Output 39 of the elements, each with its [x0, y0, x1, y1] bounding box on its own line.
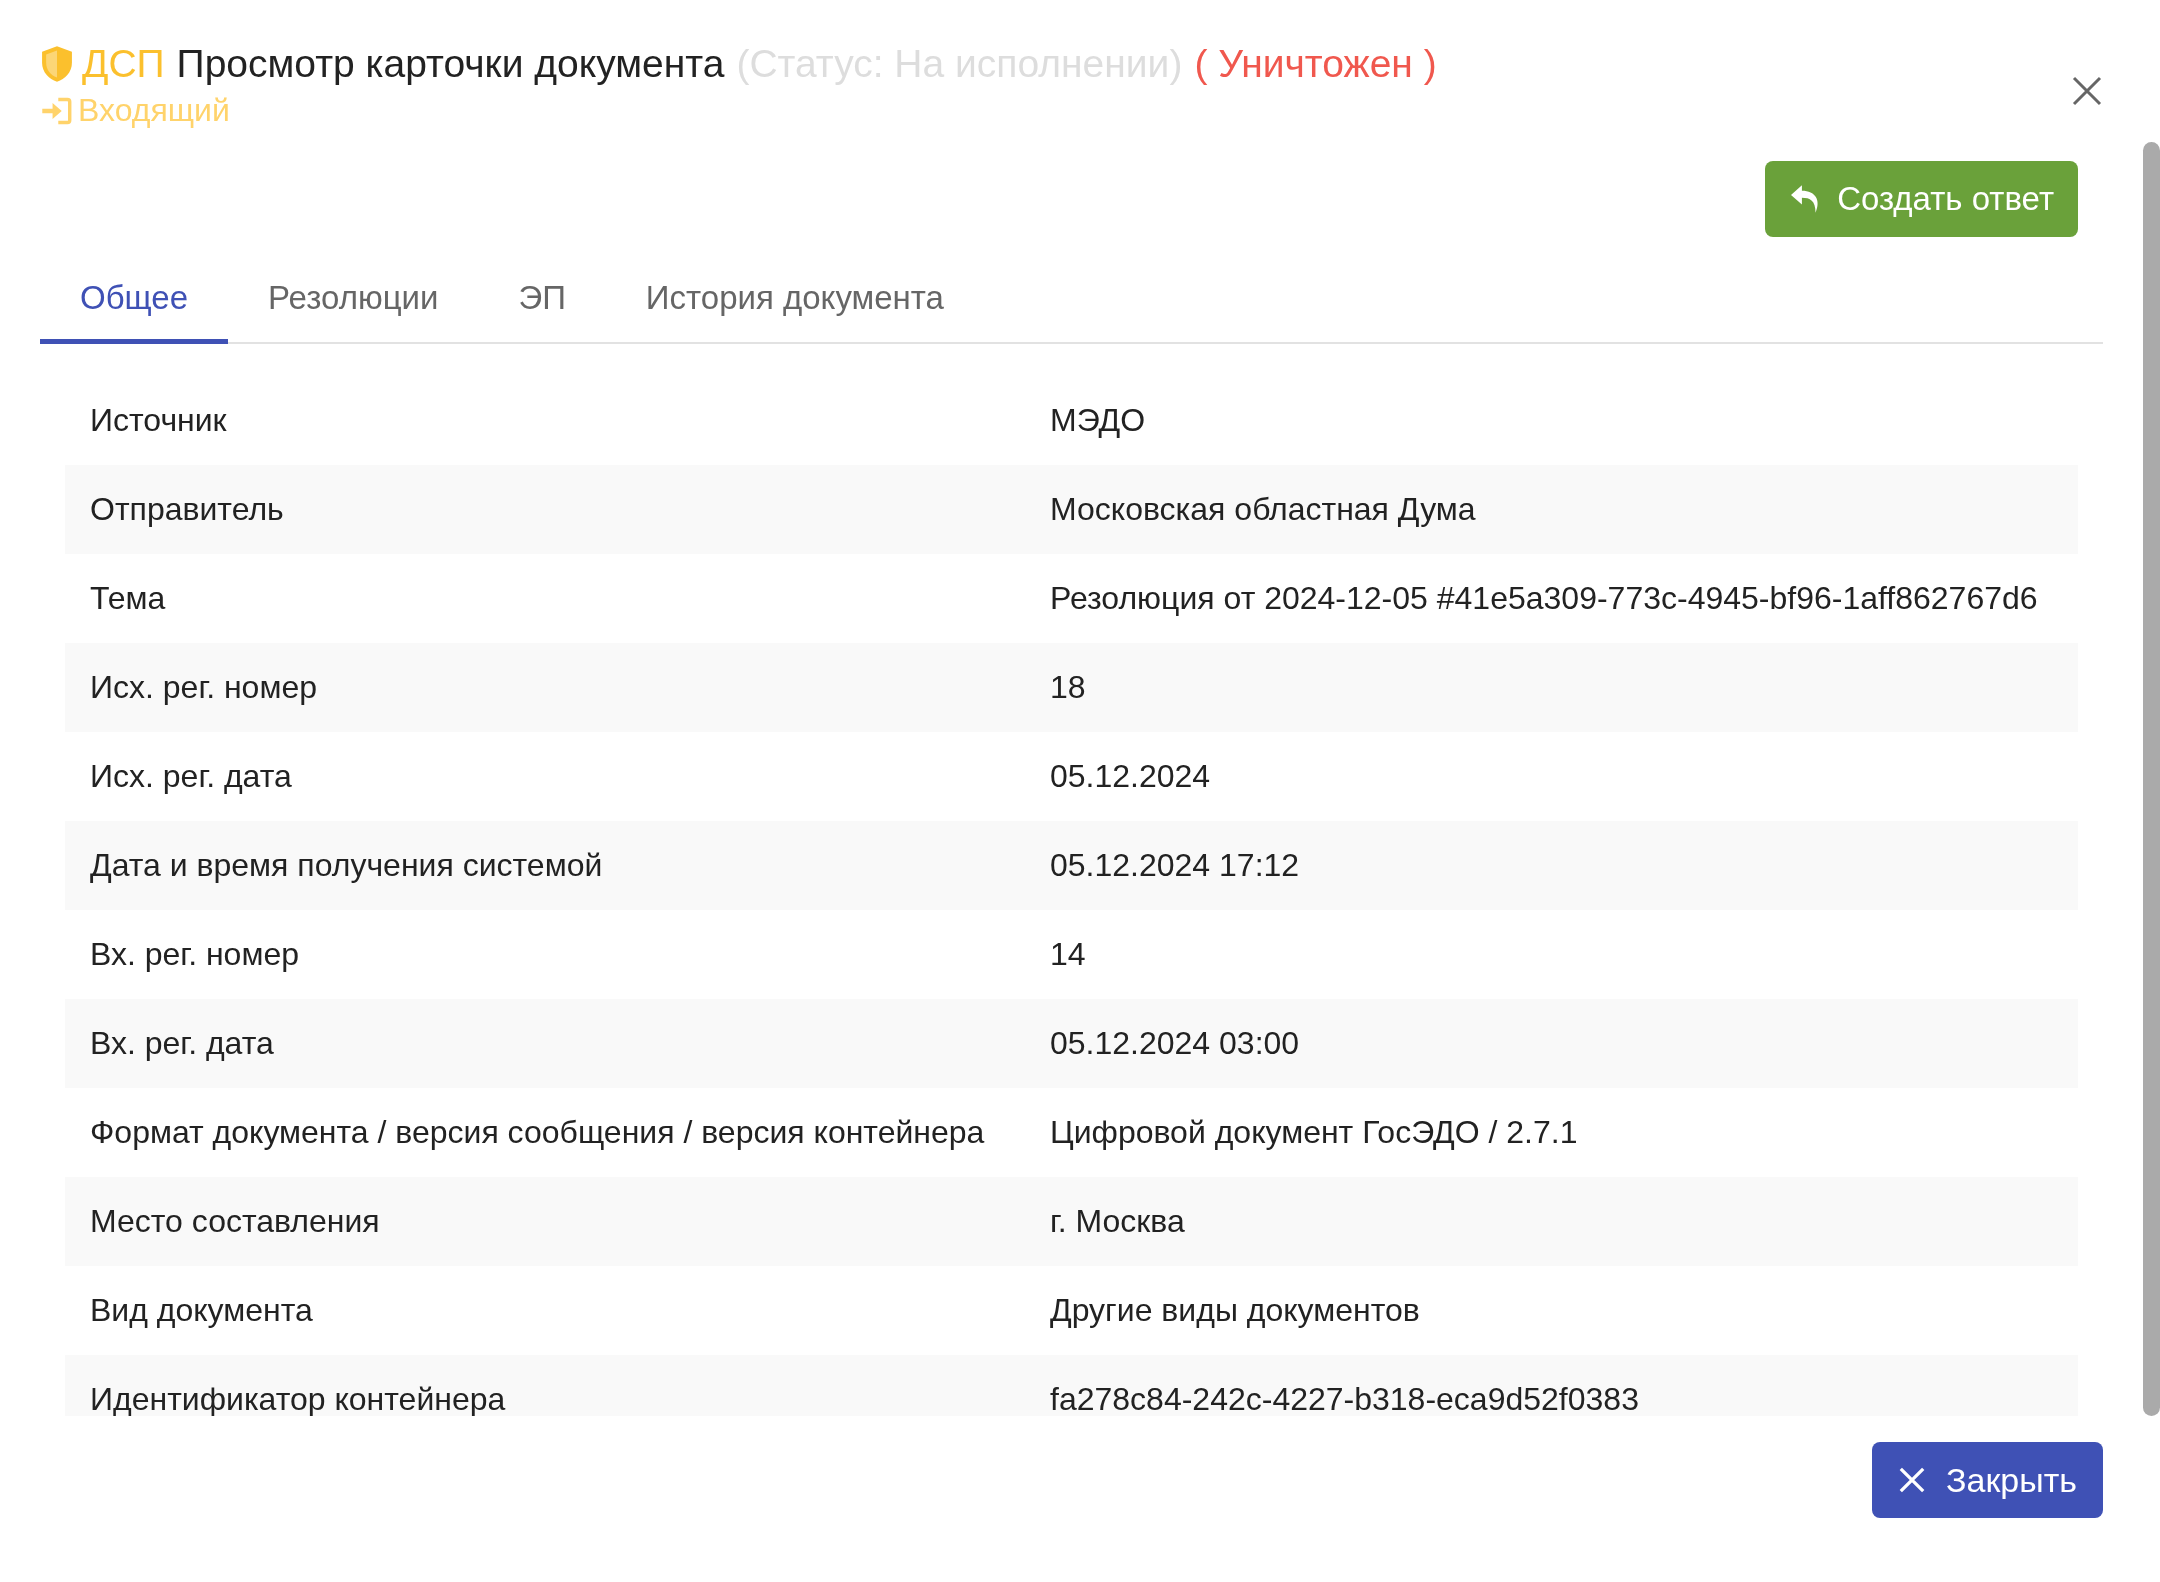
dialog-title: Просмотр карточки документа	[176, 42, 725, 86]
field-value: 05.12.2024 17:12	[1050, 847, 1300, 884]
field-value: Московская областная Дума	[1050, 491, 1476, 528]
tab[interactable]: ЭП	[478, 259, 606, 344]
field-label: Место составления	[89, 1203, 381, 1240]
scrollbar-thumb[interactable]	[2143, 142, 2160, 1416]
sign-in-icon	[40, 96, 72, 125]
field-label: Формат документа / версия сообщения / версия контейнера	[89, 1114, 986, 1151]
field-value: fa278c84-242c-4227-b318-eca9d52f0383	[1050, 1381, 1639, 1416]
field-value: МЭДО	[1050, 402, 1146, 439]
field-label: Вид документа	[89, 1292, 314, 1329]
field-label: Тема	[89, 580, 167, 617]
field-value: 05.12.2024	[1050, 758, 1211, 795]
field-value: Резолюция от 2024-12-05 #41e5a309-773c-4945-bf96-1aff862767d6	[1050, 580, 2038, 617]
tab[interactable]: История документа	[605, 259, 984, 344]
close-button[interactable]: Закрыть	[1872, 1442, 2103, 1518]
dsp-label: ДСП	[82, 42, 165, 86]
field-value: г. Москва	[1050, 1203, 1185, 1240]
field-value: 18	[1050, 669, 1086, 706]
field-label: Идентификатор контейнера	[89, 1381, 507, 1416]
field-label: Источник	[89, 402, 228, 439]
tab[interactable]: Резолюции	[228, 259, 479, 344]
field-value: 05.12.2024 03:00	[1050, 1025, 1300, 1062]
field-label: Вх. рег. номер	[89, 936, 300, 973]
field-label: Исх. рег. номер	[89, 669, 318, 706]
direction-label: Входящий	[78, 92, 230, 129]
field-label: Исх. рег. дата	[89, 758, 293, 795]
tab[interactable]: Общее	[40, 259, 229, 344]
shield-icon	[40, 45, 74, 83]
create-reply-button[interactable]: Создать ответ	[1765, 161, 2078, 237]
field-label: Отправитель	[89, 491, 285, 528]
destroyed-label: ( Уничтожен )	[1194, 42, 1437, 86]
close-icon[interactable]	[2072, 76, 2102, 106]
field-value: Цифровой документ ГосЭДО / 2.7.1	[1050, 1114, 1578, 1151]
close-icon	[1898, 1466, 1927, 1494]
field-label: Дата и время получения системой	[89, 847, 604, 884]
field-label: Вх. рег. дата	[89, 1025, 275, 1062]
field-value: Другие виды документов	[1050, 1292, 1420, 1329]
field-value: 14	[1050, 936, 1086, 973]
